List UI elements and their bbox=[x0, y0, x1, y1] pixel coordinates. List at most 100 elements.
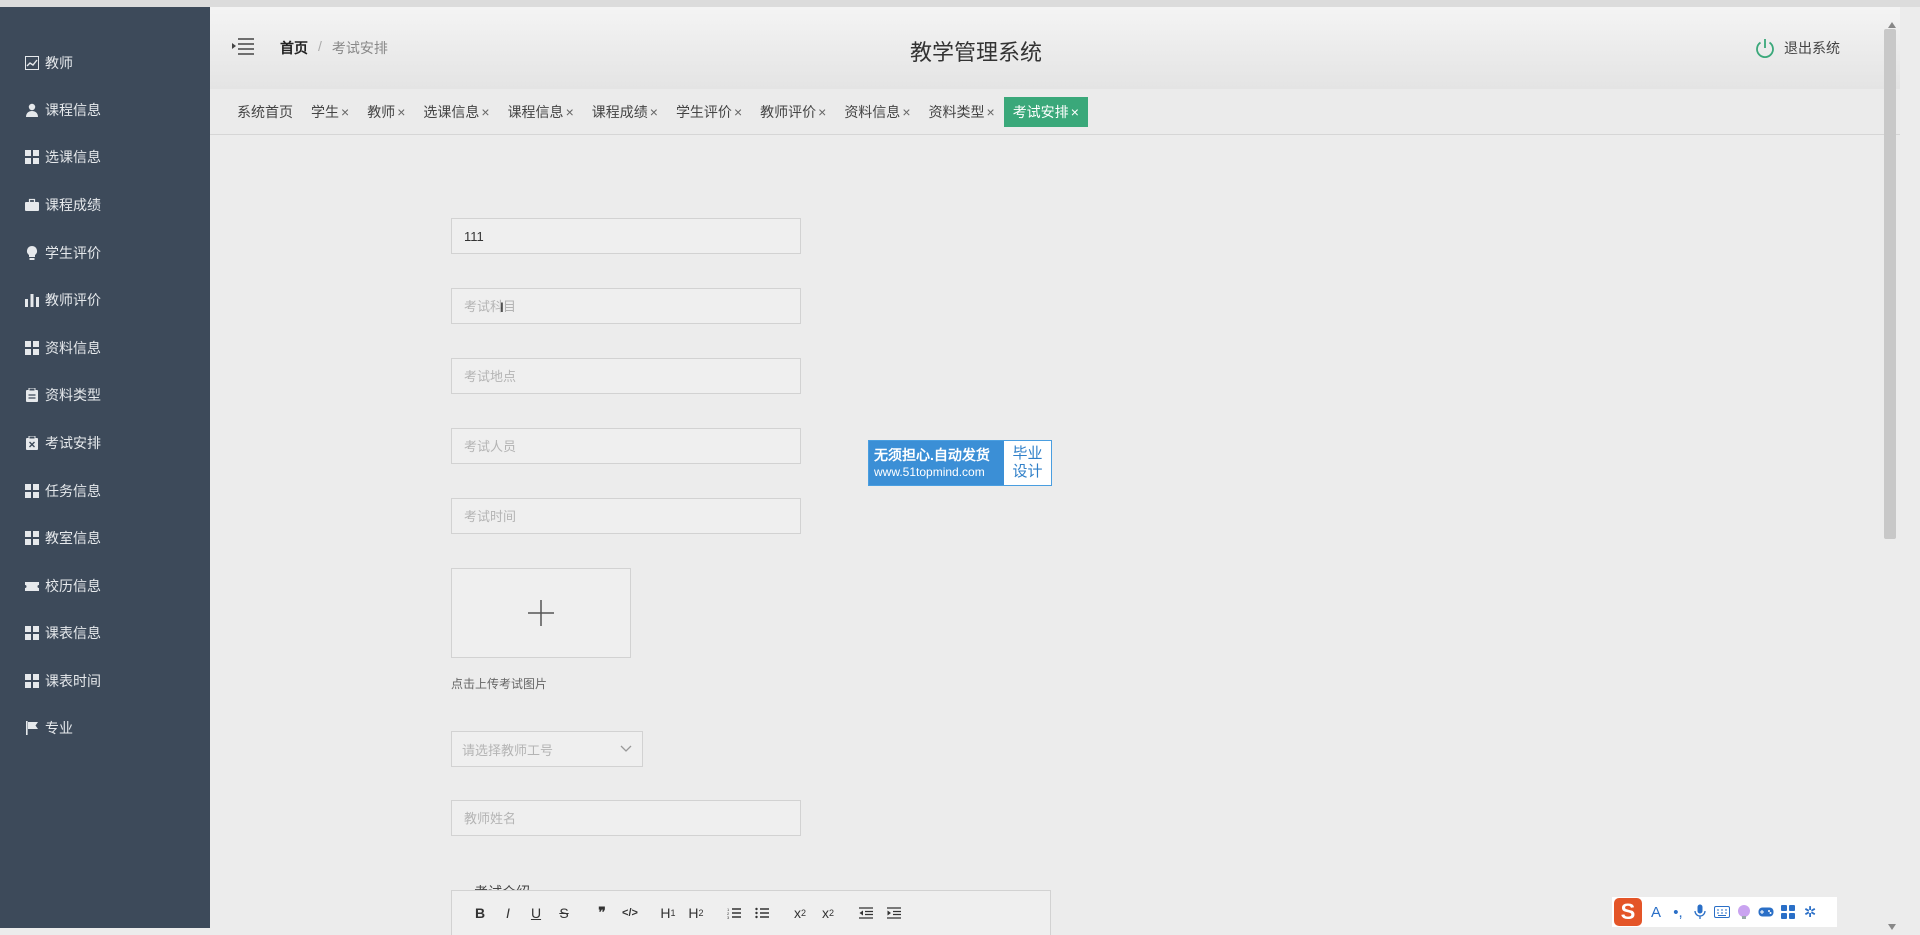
sidebar-item-teacher-review[interactable]: 教师评价 bbox=[0, 280, 210, 320]
chart-icon bbox=[25, 56, 39, 70]
punctuation-icon[interactable]: •, bbox=[1670, 904, 1686, 921]
skin-icon[interactable] bbox=[1736, 904, 1752, 920]
grid-icon bbox=[25, 150, 39, 164]
sidebar-item-course-info[interactable]: 课程信息 bbox=[0, 90, 210, 130]
breadcrumb-home[interactable]: 首页 bbox=[280, 38, 308, 58]
underline-button[interactable]: U bbox=[522, 901, 550, 925]
sidebar-item-label: 学生评价 bbox=[45, 245, 101, 261]
sidebar-item-teacher[interactable]: 教师 bbox=[0, 43, 210, 83]
tab-close-icon[interactable]: × bbox=[341, 104, 349, 120]
tab-7[interactable]: 教师评价 × bbox=[751, 97, 835, 127]
tab-4[interactable]: 课程信息 × bbox=[499, 97, 583, 127]
heading1-button[interactable]: H1 bbox=[654, 901, 682, 925]
sidebar-item-exam-schedule[interactable]: 考试安排 bbox=[0, 423, 210, 463]
tab-close-icon[interactable]: × bbox=[566, 104, 574, 120]
watermark-badge: 无须担心.自动发货 www.51topmind.com 毕业 设计 bbox=[868, 440, 1052, 486]
tab-9[interactable]: 资料类型 × bbox=[920, 97, 1004, 127]
sidebar-item-task-info[interactable]: 任务信息 bbox=[0, 471, 210, 511]
code-block-button[interactable]: </> bbox=[616, 901, 644, 925]
teacher-name-input[interactable] bbox=[451, 800, 801, 836]
sidebar-item-student-review[interactable]: 学生评价 bbox=[0, 233, 210, 273]
outdent-icon[interactable] bbox=[852, 901, 880, 925]
teacher-no-select[interactable]: 请选择教师工号 bbox=[451, 731, 643, 767]
flag-icon bbox=[25, 721, 39, 735]
tab-0[interactable]: 系统首页 bbox=[228, 97, 302, 127]
tab-label: 考试安排 bbox=[1012, 103, 1069, 120]
tab-close-icon[interactable]: × bbox=[650, 104, 658, 120]
indent-icon[interactable] bbox=[880, 901, 908, 925]
sidebar-item-major[interactable]: 专业 bbox=[0, 708, 210, 748]
sidebar-item-label: 教师评价 bbox=[45, 292, 101, 308]
logout-label: 退出系统 bbox=[1784, 40, 1840, 56]
sidebar: 教师课程信息选课信息课程成绩学生评价教师评价资料信息资料类型考试安排任务信息教室… bbox=[0, 7, 210, 928]
briefcase-icon bbox=[25, 198, 39, 212]
tab-close-icon[interactable]: × bbox=[818, 104, 826, 120]
bold-button[interactable]: B bbox=[466, 901, 494, 925]
tab-label: 选课信息 bbox=[423, 103, 480, 120]
sidebar-item-material-type[interactable]: 资料类型 bbox=[0, 375, 210, 415]
tab-close-icon[interactable]: × bbox=[1071, 104, 1079, 120]
ime-mode-icon[interactable]: A bbox=[1648, 904, 1664, 921]
exam-no-input[interactable] bbox=[451, 218, 801, 254]
time-input[interactable] bbox=[451, 498, 801, 534]
tab-close-icon[interactable]: × bbox=[734, 104, 742, 120]
subscript-button[interactable]: x2 bbox=[786, 901, 814, 925]
settings-icon[interactable]: ✲ bbox=[1802, 904, 1818, 921]
sidebar-item-timetable-info[interactable]: 课表信息 bbox=[0, 613, 210, 653]
clipboard-x-icon bbox=[25, 436, 39, 450]
ime-logo-icon[interactable]: S bbox=[1614, 898, 1642, 926]
tab-8[interactable]: 资料信息 × bbox=[835, 97, 919, 127]
main-area: 首页 / 考试安排 教学管理系统 退出系统 系统首页 学生 × 教师 × 选课信息 × 课程信… bbox=[210, 7, 1900, 935]
sidebar-item-label: 校历信息 bbox=[45, 578, 101, 594]
scroll-up-arrow-icon[interactable] bbox=[1888, 15, 1896, 28]
image-upload-box[interactable] bbox=[451, 568, 631, 658]
gamepad-icon[interactable] bbox=[1758, 904, 1774, 920]
sidebar-item-course-grades[interactable]: 课程成绩 bbox=[0, 185, 210, 225]
sidebar-item-label: 任务信息 bbox=[45, 483, 101, 499]
sidebar-item-label: 课表时间 bbox=[45, 673, 101, 689]
location-input[interactable] bbox=[451, 358, 801, 394]
sidebar-item-course-selection[interactable]: 选课信息 bbox=[0, 137, 210, 177]
toolbox-icon[interactable] bbox=[1780, 904, 1796, 920]
sidebar-item-timetable-time[interactable]: 课表时间 bbox=[0, 661, 210, 701]
tab-close-icon[interactable]: × bbox=[987, 104, 995, 120]
sidebar-item-label: 专业 bbox=[45, 720, 73, 736]
sidebar-item-calendar-info[interactable]: 校历信息 bbox=[0, 566, 210, 606]
heading2-button[interactable]: H2 bbox=[682, 901, 710, 925]
keyboard-icon[interactable] bbox=[1714, 904, 1730, 920]
tab-close-icon[interactable]: × bbox=[397, 104, 405, 120]
tab-close-icon[interactable]: × bbox=[902, 104, 910, 120]
grid-icon bbox=[25, 484, 39, 498]
sidebar-item-material-info[interactable]: 资料信息 bbox=[0, 328, 210, 368]
watermark-right: 毕业 设计 bbox=[1004, 441, 1051, 485]
tab-label: 教师 bbox=[367, 103, 396, 120]
logout-button[interactable]: 退出系统 bbox=[1754, 37, 1840, 59]
tab-label: 资料类型 bbox=[928, 103, 985, 120]
chevron-down-icon bbox=[620, 745, 632, 752]
blockquote-button[interactable]: ❞ bbox=[588, 901, 616, 925]
staff-input[interactable] bbox=[451, 428, 801, 464]
tab-6[interactable]: 学生评价 × bbox=[667, 97, 751, 127]
strike-button[interactable]: S bbox=[550, 901, 578, 925]
tab-close-icon[interactable]: × bbox=[481, 104, 489, 120]
sidebar-item-label: 资料类型 bbox=[45, 387, 101, 403]
tab-10[interactable]: 考试安排 × bbox=[1003, 96, 1088, 127]
grid-icon bbox=[25, 674, 39, 688]
tab-3[interactable]: 选课信息 × bbox=[414, 97, 498, 127]
tab-5[interactable]: 课程成绩 × bbox=[583, 97, 667, 127]
sidebar-item-label: 选课信息 bbox=[45, 149, 101, 165]
upload-hint: 点击上传考试图片 bbox=[451, 677, 548, 691]
menu-toggle-icon[interactable] bbox=[232, 37, 254, 55]
vertical-scrollbar[interactable] bbox=[1884, 29, 1896, 539]
tab-1[interactable]: 学生 × bbox=[302, 97, 358, 127]
superscript-button[interactable]: x2 bbox=[814, 901, 842, 925]
tab-2[interactable]: 教师 × bbox=[358, 97, 414, 127]
tab-label: 系统首页 bbox=[237, 103, 293, 120]
italic-button[interactable]: I bbox=[494, 901, 522, 925]
sidebar-item-classroom-info[interactable]: 教室信息 bbox=[0, 518, 210, 558]
microphone-icon[interactable] bbox=[1692, 904, 1708, 920]
bullet-list-icon[interactable] bbox=[748, 901, 776, 925]
ordered-list-icon[interactable]: 123 bbox=[720, 901, 748, 925]
scroll-down-arrow-icon[interactable] bbox=[1888, 917, 1896, 930]
sidebar-item-label: 课表信息 bbox=[45, 625, 101, 641]
